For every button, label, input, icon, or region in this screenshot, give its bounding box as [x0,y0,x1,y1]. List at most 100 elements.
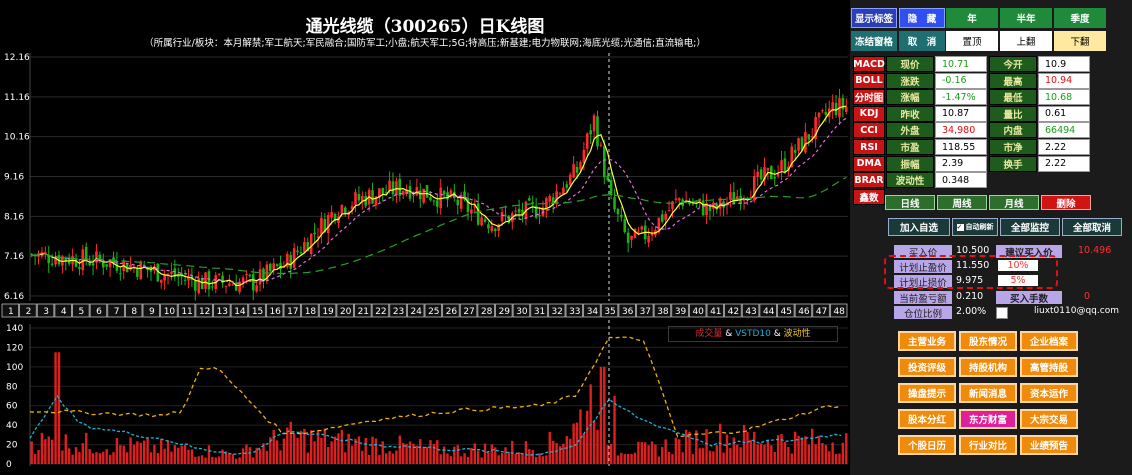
candle-body [289,255,293,269]
info-button-5[interactable]: 持股机构 [959,357,1017,377]
indicator-6[interactable]: RSI [853,139,885,155]
indicator-3[interactable]: 分时图 [853,89,885,106]
show-label-button[interactable]: 显示标签 [851,8,897,28]
period-number: 36 [622,307,634,317]
info-button-11[interactable]: 东方财富 [959,409,1017,429]
indicator-8[interactable]: BRAR [853,172,885,189]
indicator-9[interactable]: 鑫数 [853,188,885,205]
candle-body [599,144,603,146]
volume-bar [296,437,299,464]
volume-bar [678,439,681,464]
period-number: 28 [481,307,493,317]
volume-bar [282,438,286,464]
volume-bar [436,440,439,464]
candle-body [626,232,630,243]
info-button-1[interactable]: 主营业务 [898,331,956,351]
volume-bar [729,448,732,464]
volume-bar [194,456,197,464]
suggested-buy-value: 10.496 [1078,245,1112,256]
candle-body [357,194,361,201]
volume-chart[interactable]: 140 120 100 80 60 40 20 0 [0,320,850,475]
ratio-checkbox[interactable] [996,307,1008,319]
monitor-all-button[interactable]: 全部监控 [1000,218,1060,236]
kline-chart[interactable]: 12.16 11.16 10.16 9.16 8.16 7.16 6.16 [0,45,850,345]
qty-value[interactable]: 0 [1084,291,1090,302]
volume-bar [217,456,221,464]
volume-bar [132,444,136,464]
indicator-2[interactable]: BOLL [853,72,885,89]
quarter-button[interactable]: 季度 [1054,8,1106,28]
volume-bar [71,454,74,464]
add-watchlist-button[interactable]: 加入自选 [888,218,950,236]
volume-bar [272,430,275,464]
info-button-2[interactable]: 股东情况 [959,331,1017,351]
info-button-12[interactable]: 大宗交易 [1020,409,1078,429]
chart-area[interactable]: 12.16 11.16 10.16 9.16 8.16 7.16 6.16 通光线缆（300… [0,0,850,475]
info-button-8[interactable]: 新闻消息 [959,383,1017,403]
candle-body [677,198,681,201]
volume-bar [88,449,91,464]
period-number: 6 [96,307,102,317]
volume-bar [364,437,367,464]
indicator-5[interactable]: CCI [853,122,885,139]
volume-bar [637,441,640,464]
info-button-4[interactable]: 投资评级 [898,357,956,377]
info-button-6[interactable]: 高管持股 [1020,357,1078,377]
period-number: 15 [252,307,263,317]
candle-body [231,284,235,286]
volume-bar [211,456,214,464]
volume-bar [845,433,848,464]
page-down-button[interactable]: 下翻 [1054,31,1106,51]
volume-bar [555,443,558,464]
volume-bar [504,447,507,464]
volume-bar [361,450,364,464]
quote-label-3: 最低 [989,89,1037,106]
half-year-button[interactable]: 半年 [1000,8,1052,28]
indicator-4[interactable]: KDJ [853,105,885,122]
info-button-3[interactable]: 企业档案 [1020,331,1078,351]
quote-value-6: 2.22 [1038,139,1090,155]
volume-tick-label: 20 [6,441,18,451]
period-number: 31 [534,307,545,317]
volume-bar [657,456,661,464]
volume-bar [763,444,766,464]
volume-bar [759,443,763,464]
pnl-row: 当前盈亏额 0.210 买入手数 0 [888,291,1090,305]
period-number: 2 [26,307,32,317]
indicator-1[interactable]: MACD [853,56,885,72]
candle-body [596,116,599,147]
info-button-14[interactable]: 行业对比 [959,435,1017,455]
volume-bar [54,352,57,464]
candle-body [330,212,333,218]
info-button-9[interactable]: 资本运作 [1020,383,1078,403]
period-number-bar[interactable]: 1 2 3 4 5 6 7 8 9 10 11 12 13 14 15 16 17 18 19 20 21 22 23 24 2… [0,303,850,319]
volume-bar [541,456,545,464]
ratio-value[interactable]: 2.00% [956,306,986,317]
info-button-13[interactable]: 个股日历 [898,435,956,455]
info-button-7[interactable]: 操盘提示 [898,383,956,403]
delete-button[interactable]: 删除 [1041,195,1091,210]
volume-bar [793,431,797,464]
auto-refresh-checkbox[interactable]: ✓ 自动刷新 [952,218,998,236]
volume-bar [129,437,132,464]
indicator-7[interactable]: DMA [853,155,885,172]
freeze-pane-button[interactable]: 冻结窗格 [851,31,897,51]
info-button-15[interactable]: 业绩预告 [1020,435,1078,455]
candle-body [292,248,296,268]
pin-top-button[interactable]: 置顶 [946,31,998,51]
year-button[interactable]: 年 [946,8,998,28]
info-button-10[interactable]: 股本分红 [898,409,956,429]
daily-tab[interactable]: 日线 [885,195,935,210]
volume-bar [766,439,770,464]
page-up-button[interactable]: 上翻 [1000,31,1052,51]
hide-button[interactable]: 隐 藏 [899,8,945,28]
volume-bar [814,444,817,464]
monthly-tab[interactable]: 月线 [989,195,1039,210]
candle-body [432,200,436,202]
period-number: 45 [781,307,792,317]
cancel-all-button[interactable]: 全部取消 [1062,218,1122,236]
cancel-button[interactable]: 取 消 [899,31,945,51]
weekly-tab[interactable]: 周线 [937,195,987,210]
volume-bar [258,448,262,464]
period-number: 32 [551,307,562,317]
